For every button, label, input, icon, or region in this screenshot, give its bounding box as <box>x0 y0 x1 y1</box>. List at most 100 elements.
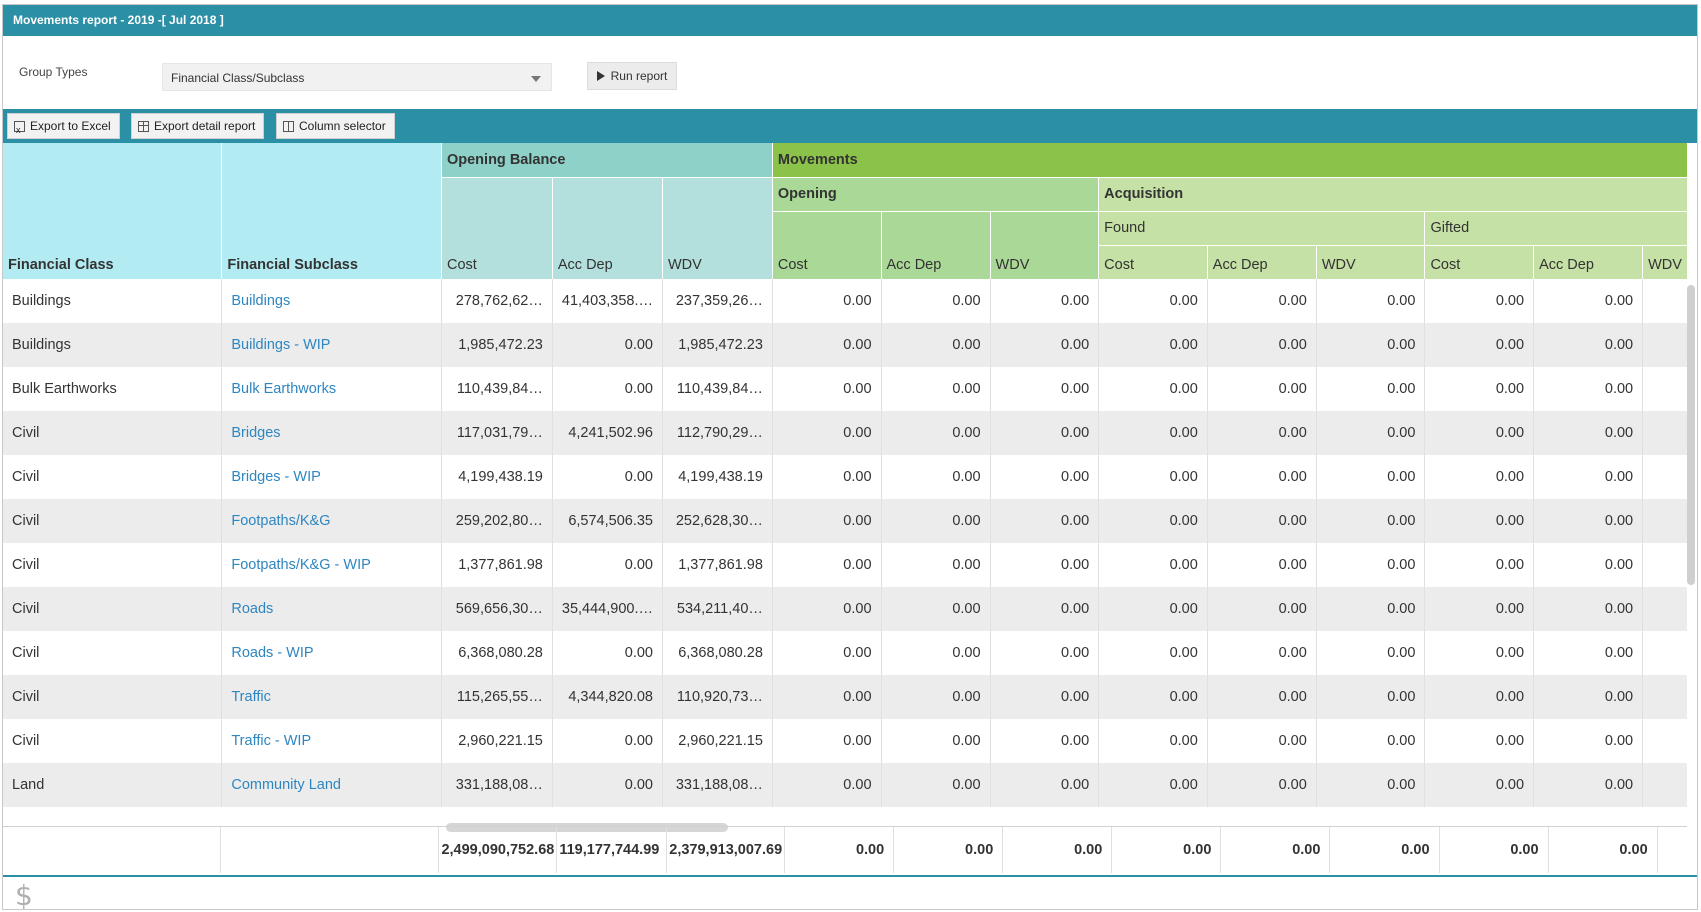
table-row[interactable]: Civil Footpaths/K&G 259,202,80… 6,574,506.3… <box>3 499 1687 543</box>
total-found-acc-dep: 0.00 <box>1220 827 1330 873</box>
parameters-panel: Group Types Financial Class/Subclass Run… <box>3 36 1697 109</box>
header-gifted-acc-dep[interactable]: Acc Dep <box>1533 244 1643 279</box>
cell-opening-wdv: 0.00 <box>989 411 1099 455</box>
header-found-cost[interactable]: Cost <box>1098 244 1208 279</box>
table-row[interactable]: Civil Traffic 115,265,55… 4,344,820.08 110,9… <box>3 675 1687 719</box>
total-found-cost: 0.00 <box>1111 827 1221 873</box>
cell-financial-subclass-link[interactable]: Traffic <box>221 675 442 719</box>
table-row[interactable]: Civil Roads - WIP 6,368,080.28 0.00 6,368,08… <box>3 631 1687 675</box>
cell-gifted-acc-dep: 0.00 <box>1533 411 1643 455</box>
header-opening-acc-dep[interactable]: Acc Dep <box>880 210 991 279</box>
header-ob-acc-dep[interactable]: Acc Dep <box>551 176 663 279</box>
header-ob-cost[interactable]: Cost <box>440 176 553 279</box>
cell-gifted-cost: 0.00 <box>1424 719 1534 763</box>
cell-gifted-acc-dep: 0.00 <box>1533 455 1643 499</box>
run-report-button[interactable]: Run report <box>587 62 677 90</box>
cell-found-cost: 0.00 <box>1098 323 1208 367</box>
cell-gifted-cost: 0.00 <box>1424 367 1534 411</box>
cell-found-cost: 0.00 <box>1098 411 1208 455</box>
cell-gifted-wdv <box>1642 675 1687 719</box>
cell-found-cost: 0.00 <box>1098 587 1208 631</box>
cell-ob-wdv: 4,199,438.19 <box>661 455 773 499</box>
cell-financial-subclass-link[interactable]: Bridges <box>221 411 442 455</box>
cell-financial-subclass-link[interactable]: Bulk Earthworks <box>221 367 442 411</box>
cell-opening-cost: 0.00 <box>771 587 882 631</box>
table-row[interactable]: Civil Footpaths/K&G - WIP 1,377,861.98 0.00… <box>3 543 1687 587</box>
cell-financial-class: Civil <box>3 587 222 631</box>
table-row[interactable]: Civil Bridges 117,031,79… 4,241,502.96 112,7… <box>3 411 1687 455</box>
table-row[interactable]: Bulk Earthworks Bulk Earthworks 110,439,84… <box>3 367 1687 411</box>
cell-gifted-wdv <box>1642 455 1687 499</box>
cell-gifted-acc-dep: 0.00 <box>1533 367 1643 411</box>
report-grid[interactable]: Financial Class Financial Subclass Openi… <box>3 143 1687 826</box>
header-financial-subclass[interactable]: Financial Subclass <box>221 143 442 279</box>
cell-gifted-acc-dep: 0.00 <box>1533 279 1643 323</box>
cell-found-acc-dep: 0.00 <box>1206 323 1317 367</box>
cell-gifted-acc-dep: 0.00 <box>1533 587 1643 631</box>
report-rows: Buildings Buildings 278,762,62… 41,403,358.… <box>3 279 1687 807</box>
cell-financial-class: Civil <box>12 645 40 661</box>
header-opening-cost[interactable]: Cost <box>771 210 882 279</box>
cell-opening-cost: 0.00 <box>771 411 882 455</box>
cell-gifted-wdv <box>1642 719 1687 763</box>
cell-opening-acc-dep: 0.00 <box>880 279 991 323</box>
table-row[interactable]: Buildings Buildings 278,762,62… 41,403,358.… <box>3 279 1687 323</box>
cell-found-wdv: 0.00 <box>1315 631 1425 675</box>
total-opening-wdv: 0.00 <box>1002 827 1112 873</box>
cell-found-wdv: 0.00 <box>1315 323 1425 367</box>
export-detail-button[interactable]: Export detail report <box>131 113 265 139</box>
cell-gifted-cost: 0.00 <box>1424 499 1534 543</box>
cell-gifted-cost: 0.00 <box>1424 543 1534 587</box>
header-gifted-wdv[interactable]: WDV <box>1642 244 1687 279</box>
table-row[interactable]: Land Community Land 331,188,08… 0.00 331,188… <box>3 763 1687 807</box>
cell-opening-wdv: 0.00 <box>989 763 1099 807</box>
header-financial-class[interactable]: Financial Class <box>3 143 222 279</box>
cell-financial-class: Land <box>3 763 222 807</box>
cell-ob-cost: 1,985,472.23 <box>440 323 553 367</box>
cell-gifted-acc-dep: 0.00 <box>1533 543 1643 587</box>
export-excel-label: Export to Excel <box>30 119 111 133</box>
vertical-scrollbar[interactable] <box>1687 285 1695 585</box>
cell-financial-subclass-link[interactable]: Community Land <box>221 763 442 807</box>
cell-financial-class: Bulk Earthworks <box>12 381 117 397</box>
cell-financial-subclass-link[interactable]: Roads <box>221 587 442 631</box>
header-found-acc-dep[interactable]: Acc Dep <box>1206 244 1317 279</box>
cell-opening-wdv: 0.00 <box>989 323 1099 367</box>
cell-found-wdv: 0.00 <box>1315 543 1425 587</box>
cell-financial-subclass-link[interactable]: Buildings - WIP <box>221 323 442 367</box>
run-report-label: Run report <box>610 69 668 83</box>
cell-financial-subclass-link[interactable]: Footpaths/K&G <box>221 499 442 543</box>
group-types-select[interactable]: Financial Class/Subclass <box>162 63 552 91</box>
cell-found-wdv: 0.00 <box>1315 455 1425 499</box>
cell-opening-wdv: 0.00 <box>989 279 1099 323</box>
cell-found-cost: 0.00 <box>1098 631 1208 675</box>
cell-found-wdv: 0.00 <box>1315 499 1425 543</box>
cell-financial-subclass-link[interactable]: Bridges - WIP <box>221 455 442 499</box>
header-gifted: Gifted <box>1424 210 1687 245</box>
table-row[interactable]: Civil Bridges - WIP 4,199,438.19 0.00 4,199,… <box>3 455 1687 499</box>
cell-ob-cost: 110,439,84… <box>440 367 553 411</box>
column-selector-label: Column selector <box>299 119 386 133</box>
table-row[interactable]: Civil Traffic - WIP 2,960,221.15 0.00 2,960,… <box>3 719 1687 763</box>
cell-financial-subclass-link[interactable]: Footpaths/K&G - WIP <box>221 543 442 587</box>
cell-opening-acc-dep: 0.00 <box>880 323 991 367</box>
header-opening-wdv[interactable]: WDV <box>989 210 1099 279</box>
header-gifted-cost[interactable]: Cost <box>1424 244 1534 279</box>
cell-ob-wdv: 1,985,472.23 <box>661 323 773 367</box>
header-ob-wdv[interactable]: WDV <box>661 176 773 279</box>
total-opening-cost: 0.00 <box>784 827 894 873</box>
cell-financial-subclass-link[interactable]: Roads - WIP <box>221 631 442 675</box>
export-excel-button[interactable]: Export to Excel <box>7 113 120 142</box>
table-row[interactable]: Civil Roads 569,656,30… 35,444,900.… 534,211… <box>3 587 1687 631</box>
cell-opening-wdv: 0.00 <box>989 367 1099 411</box>
group-types-value: Financial Class/Subclass <box>171 71 305 85</box>
cell-financial-subclass-link[interactable]: Buildings <box>221 279 442 323</box>
cell-gifted-cost: 0.00 <box>1424 587 1534 631</box>
cell-financial-subclass-link[interactable]: Traffic - WIP <box>221 719 442 763</box>
table-row[interactable]: Buildings Buildings - WIP 1,985,472.23 0.00… <box>3 323 1687 367</box>
header-found-wdv[interactable]: WDV <box>1315 244 1425 279</box>
header-opening: Opening <box>771 176 1099 211</box>
column-selector-button[interactable]: Column selector <box>276 113 395 139</box>
cell-gifted-cost: 0.00 <box>1424 763 1534 807</box>
cell-ob-cost: 1,377,861.98 <box>440 543 553 587</box>
